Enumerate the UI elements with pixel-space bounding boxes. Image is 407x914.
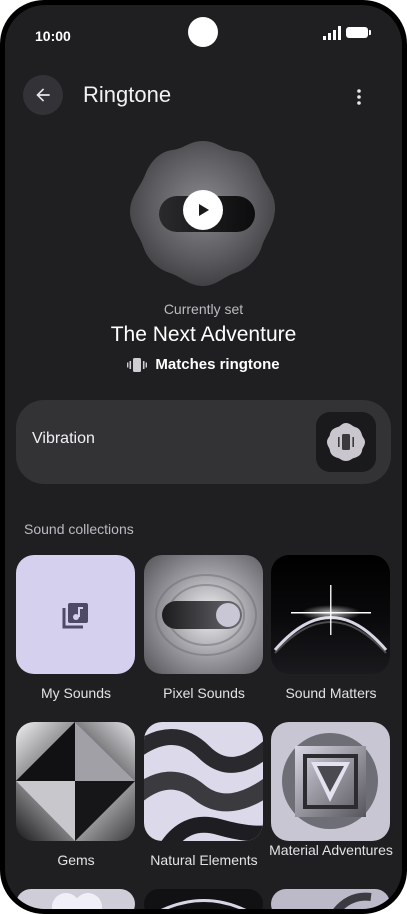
more-options-button[interactable] [345, 83, 373, 111]
collection-label-pixel-sounds: Pixel Sounds [163, 685, 245, 701]
status-time: 10:00 [35, 28, 71, 44]
back-button[interactable] [23, 75, 63, 115]
collection-tile-sound-matters[interactable] [271, 555, 390, 674]
vibration-match-row: Matches ringtone [5, 356, 402, 373]
collection-label-my-sounds: My Sounds [40, 685, 112, 701]
collection-tile-my-sounds[interactable] [16, 555, 135, 674]
collection-label-natural-elements: Natural Elements [150, 852, 258, 868]
vibration-preview[interactable] [316, 412, 376, 472]
status-bar: 10:00 [5, 5, 402, 65]
camera-cutout [188, 17, 218, 47]
vibration-label: Vibration [32, 430, 95, 447]
collection-tile-material-adventures[interactable] [271, 722, 390, 841]
collection-label-sound-matters: Sound Matters [285, 685, 377, 701]
phone-frame: 10:00 Ringtone Currently set The Next Ad… [0, 0, 407, 914]
collection-label-gems: Gems [57, 852, 95, 868]
currently-set-label: Currently set [163, 301, 244, 317]
signal-icon [323, 26, 341, 40]
collection-label-material-adventures: Material Adventures [269, 842, 393, 858]
vibration-badge-icon [327, 423, 365, 461]
collection-tile-row3-2[interactable] [144, 889, 263, 909]
current-ringtone-name: The Next Adventure [110, 323, 297, 346]
collection-tile-row3-3[interactable] [271, 889, 390, 909]
collection-tile-row3-1[interactable] [16, 889, 135, 909]
sound-collections-title: Sound collections [24, 521, 134, 537]
play-icon [199, 204, 209, 216]
collection-tile-natural-elements[interactable] [144, 722, 263, 841]
vibration-icon [127, 357, 148, 372]
collection-tile-gems[interactable] [16, 722, 135, 841]
more-vert-icon [357, 89, 361, 105]
music-library-icon [62, 603, 88, 629]
screen: 10:00 Ringtone Currently set The Next Ad… [5, 5, 402, 909]
collection-tile-pixel-sounds[interactable] [144, 555, 263, 674]
vibration-setting[interactable]: Vibration [16, 400, 391, 484]
vibration-match-label: Matches ringtone [155, 356, 280, 373]
app-bar: Ringtone [5, 73, 402, 117]
back-arrow-icon [36, 88, 50, 102]
play-button[interactable] [183, 190, 223, 230]
battery-icon [346, 27, 371, 38]
page-title: Ringtone [83, 82, 172, 107]
